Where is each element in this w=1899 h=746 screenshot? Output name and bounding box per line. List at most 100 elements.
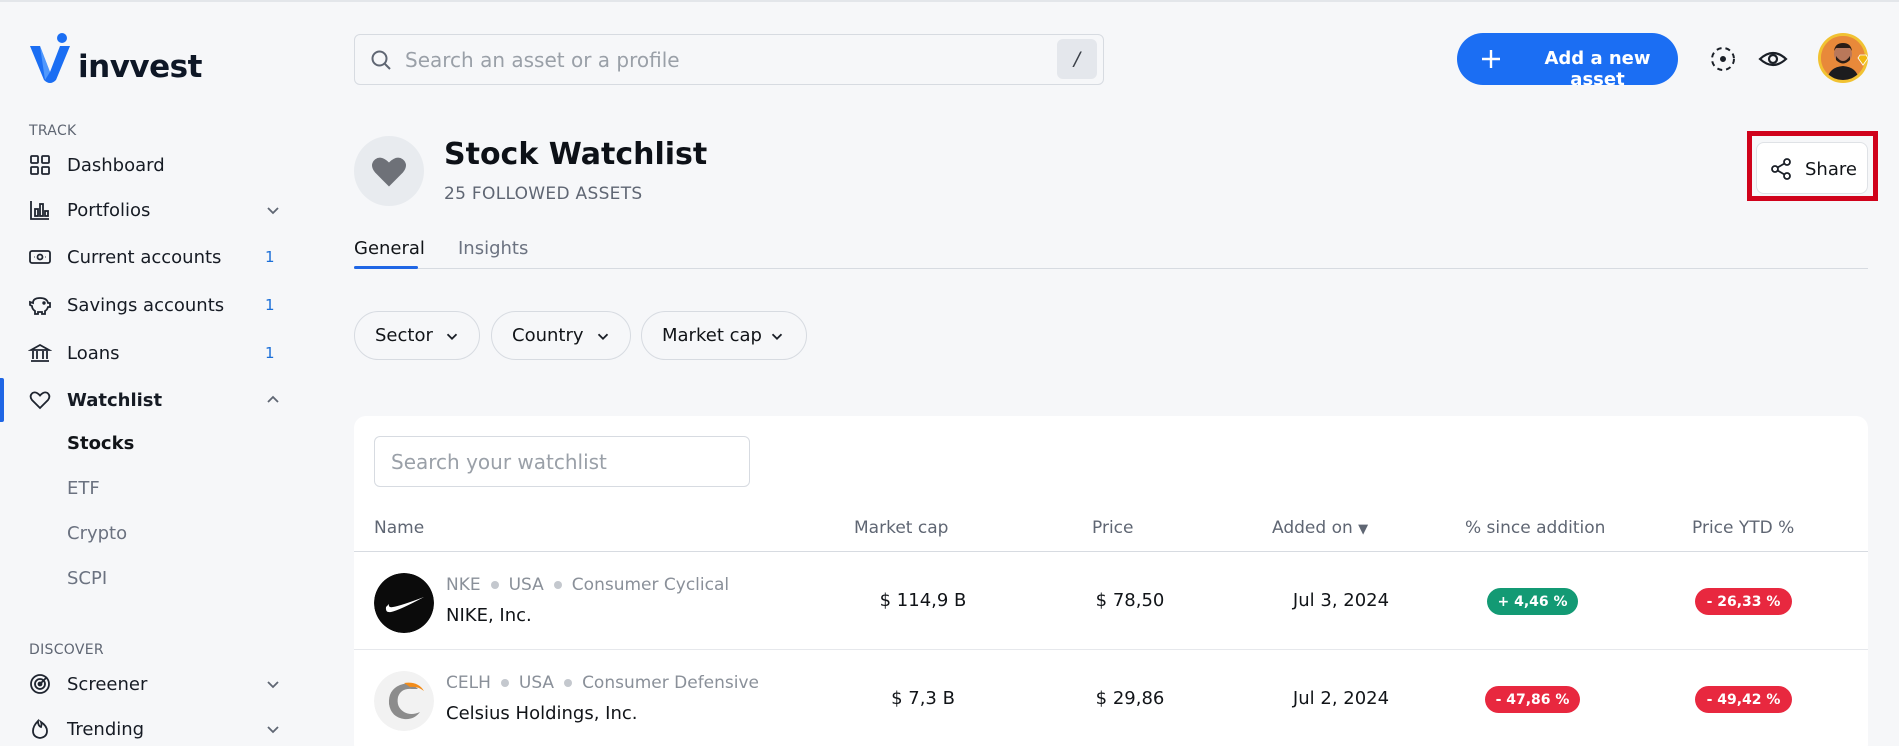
global-search[interactable] xyxy=(354,34,1104,85)
page-title: Stock Watchlist xyxy=(444,137,708,172)
chevron-down-icon xyxy=(597,333,609,340)
watchlist-search-input[interactable] xyxy=(374,436,750,487)
sidebar-item-label: Portfolios xyxy=(67,199,151,221)
track-section-label: TRACK xyxy=(29,123,77,139)
sidebar-item-label: Screener xyxy=(67,673,148,695)
company-name[interactable]: Celsius Holdings, Inc. xyxy=(446,703,638,724)
add-asset-label: Add a new asset xyxy=(1544,48,1651,90)
chevron-up-icon xyxy=(267,395,279,403)
celsius-logo xyxy=(374,671,434,731)
watchlist-badge xyxy=(354,136,424,206)
heart-filled-icon xyxy=(372,157,406,187)
market-cap-value: $ 7,3 B xyxy=(891,688,955,709)
price-value: $ 78,50 xyxy=(1095,590,1165,611)
watchlist-card: Name Market cap Price Added on ▼ % since… xyxy=(354,416,1868,746)
sidebar-item-screener[interactable]: Screener xyxy=(0,664,300,704)
tab-general[interactable]: General xyxy=(354,238,425,259)
sidebar-item-dashboard[interactable]: Dashboard xyxy=(0,145,300,185)
plus-icon xyxy=(1482,50,1500,68)
ticker: CELH xyxy=(446,673,491,693)
separator-dot xyxy=(490,581,499,589)
sidebar-item-label: Loans xyxy=(67,342,120,364)
banknote-icon xyxy=(29,250,51,264)
sector: Consumer Defensive xyxy=(582,673,760,693)
table-row[interactable]: CELH USA Consumer Defensive Celsius Holdin… xyxy=(354,650,1868,746)
search-input[interactable] xyxy=(405,45,1005,75)
separator-dot xyxy=(564,679,573,687)
column-header-added-on[interactable]: Added on ▼ xyxy=(1272,518,1368,538)
chevron-down-icon xyxy=(267,681,279,689)
ytd-badge: - 49,42 % xyxy=(1695,686,1792,713)
column-header-market-cap[interactable]: Market cap xyxy=(854,518,948,538)
column-header-since-addition[interactable]: % since addition xyxy=(1465,518,1605,538)
added-on-value: Jul 2, 2024 xyxy=(1292,688,1390,709)
column-header-price[interactable]: Price xyxy=(1092,518,1133,538)
share-icon xyxy=(1771,158,1791,180)
sidebar-item-savings-accounts[interactable]: Savings accounts 1 xyxy=(0,285,300,325)
tabs-divider xyxy=(354,268,1868,269)
discover-section-label: DISCOVER xyxy=(29,642,104,658)
chevron-down-icon xyxy=(267,207,279,215)
asset-meta: CELH USA Consumer Defensive xyxy=(446,673,759,693)
premium-gem-icon xyxy=(1857,54,1869,66)
chevron-down-icon xyxy=(446,333,458,340)
ticker: NKE xyxy=(446,575,481,595)
search-icon xyxy=(371,50,391,70)
app-name: invvest xyxy=(78,49,202,85)
tab-insights[interactable]: Insights xyxy=(458,238,528,259)
followed-assets-count: 25 FOLLOWED ASSETS xyxy=(444,184,643,204)
table-row[interactable]: NKE USA Consumer Cyclical NIKE, Inc. $ 114… xyxy=(354,552,1868,650)
share-button[interactable]: Share xyxy=(1756,142,1868,194)
celsius-c-icon xyxy=(374,671,434,731)
chevron-down-icon xyxy=(267,726,279,734)
piggy-bank-icon xyxy=(29,297,51,315)
sidebar-item-label: Current accounts xyxy=(67,246,222,268)
price-value: $ 29,86 xyxy=(1095,688,1165,709)
bank-icon xyxy=(28,343,52,362)
active-tab-indicator xyxy=(354,266,418,269)
sidebar-item-label: Savings accounts xyxy=(67,294,225,316)
sidebar-subitem-scpi[interactable]: SCPI xyxy=(67,568,107,589)
eye-icon[interactable] xyxy=(1758,44,1788,74)
sidebar-item-trending[interactable]: Trending xyxy=(0,709,300,746)
market-cap-value: $ 114,9 B xyxy=(879,590,967,611)
count-badge: 1 xyxy=(265,344,275,362)
filter-country[interactable]: Country xyxy=(491,311,631,360)
sidebar-subitem-stocks[interactable]: Stocks xyxy=(67,433,134,454)
column-header-price-ytd[interactable]: Price YTD % xyxy=(1692,518,1794,538)
filter-label: Market cap xyxy=(662,325,762,346)
count-badge: 1 xyxy=(265,248,275,266)
flame-icon xyxy=(32,718,48,739)
search-shortcut-key: / xyxy=(1057,39,1097,79)
sidebar-item-watchlist[interactable]: Watchlist xyxy=(0,380,300,420)
add-asset-button[interactable]: Add a new asset xyxy=(1457,33,1678,90)
sidebar-item-label: Dashboard xyxy=(67,154,165,176)
sidebar-subitem-etf[interactable]: ETF xyxy=(67,478,100,499)
asset-meta: NKE USA Consumer Cyclical xyxy=(446,575,729,595)
filter-label: Sector xyxy=(375,325,433,346)
company-name[interactable]: NIKE, Inc. xyxy=(446,605,532,626)
sidebar-subitem-crypto[interactable]: Crypto xyxy=(67,523,127,544)
grid-icon xyxy=(30,155,50,175)
radar-icon xyxy=(30,674,50,694)
chevron-down-icon xyxy=(771,333,783,340)
sector: Consumer Cyclical xyxy=(571,575,730,595)
column-header-name[interactable]: Name xyxy=(374,518,424,538)
count-badge: 1 xyxy=(265,296,275,314)
nike-swoosh-icon xyxy=(374,573,434,633)
filter-sector[interactable]: Sector xyxy=(354,311,480,360)
user-avatar[interactable] xyxy=(1818,33,1869,83)
app-logo[interactable]: invvest xyxy=(28,32,202,84)
country: USA xyxy=(518,673,555,693)
sidebar-item-current-accounts[interactable]: Current accounts 1 xyxy=(0,237,300,277)
since-addition-badge: + 4,46 % xyxy=(1487,588,1578,615)
dashed-circle-icon[interactable] xyxy=(1708,44,1738,74)
sidebar-item-portfolios[interactable]: Portfolios xyxy=(0,190,300,230)
sidebar-item-label: Watchlist xyxy=(67,389,163,411)
sort-desc-icon: ▼ xyxy=(1358,522,1369,537)
nike-logo xyxy=(374,573,434,633)
country: USA xyxy=(508,575,544,595)
sidebar-item-loans[interactable]: Loans 1 xyxy=(0,333,300,373)
since-addition-badge: - 47,86 % xyxy=(1485,686,1580,713)
filter-market-cap[interactable]: Market cap xyxy=(641,311,807,360)
